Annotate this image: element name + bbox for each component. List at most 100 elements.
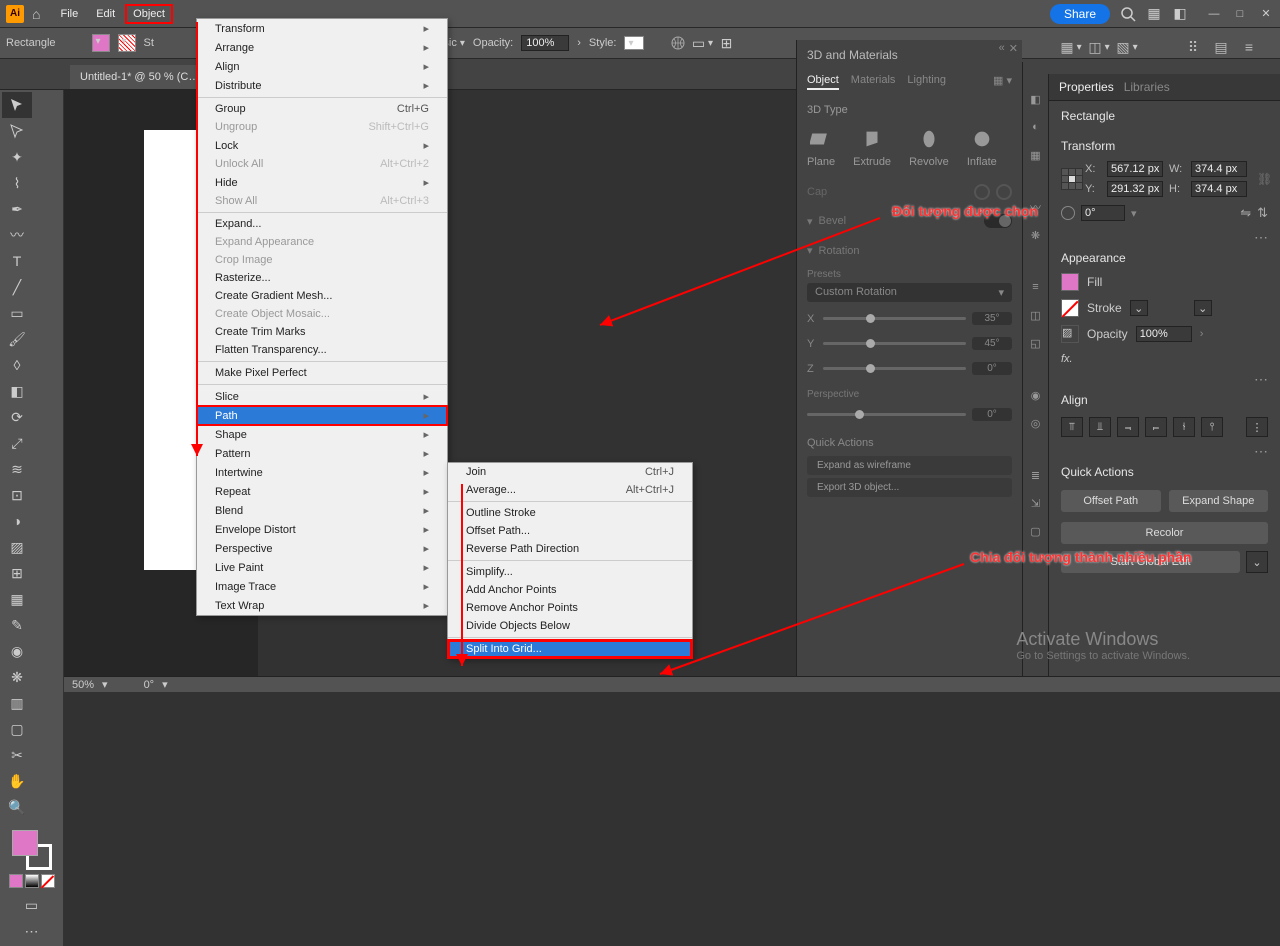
arrange-docs-icon[interactable]: ▦: [1146, 6, 1162, 22]
align-icon[interactable]: ▭: [694, 35, 710, 51]
transform-icon[interactable]: ⊞: [718, 35, 734, 51]
rot-z-value[interactable]: 0°: [972, 362, 1012, 375]
align-to[interactable]: ⋮: [1246, 417, 1268, 437]
gradient-mode-icon[interactable]: [25, 874, 39, 888]
submenu-item-offset-path-[interactable]: Offset Path...: [448, 522, 692, 540]
type-plane[interactable]: Plane: [807, 126, 835, 168]
shape-builder-tool[interactable]: ◑: [2, 508, 32, 534]
menu-item-blend[interactable]: Blend: [197, 501, 447, 520]
direct-selection-tool[interactable]: [2, 118, 32, 144]
opt-pathfinder-icon[interactable]: ◫: [1090, 38, 1108, 56]
h-input[interactable]: [1191, 181, 1247, 197]
w-input[interactable]: [1191, 161, 1247, 177]
shaper-tool[interactable]: ◊: [2, 352, 32, 378]
rot-y-value[interactable]: 45°: [972, 337, 1012, 350]
menu-item-transform[interactable]: Transform: [197, 19, 447, 38]
rail-gradient-icon[interactable]: ◫: [1027, 306, 1045, 324]
rail-swatches-icon[interactable]: ▦: [1027, 146, 1045, 164]
opt-shape-icon[interactable]: ▧: [1118, 38, 1136, 56]
rail-layers-icon[interactable]: ≣: [1027, 466, 1045, 484]
align-right[interactable]: ⫬: [1117, 417, 1139, 437]
symbol-sprayer-tool[interactable]: ❋: [2, 664, 32, 690]
qa-export3d-button[interactable]: Export 3D object...: [807, 478, 1012, 497]
fx-button[interactable]: fx.: [1049, 347, 1280, 371]
search-icon[interactable]: [1120, 6, 1136, 22]
opacity-input[interactable]: [521, 35, 569, 51]
fill-color[interactable]: [12, 830, 38, 856]
maximize-button[interactable]: □: [1230, 6, 1250, 22]
artboard-tool[interactable]: ▢: [2, 716, 32, 742]
eyedropper-tool[interactable]: ✎: [2, 612, 32, 638]
document-tab[interactable]: Untitled-1* @ 50 % (C…: [70, 65, 209, 89]
slice-tool[interactable]: ✂: [2, 742, 32, 768]
rot-x-value[interactable]: 35°: [972, 312, 1012, 325]
free-transform-tool[interactable]: ⊡: [2, 482, 32, 508]
perspective-slider[interactable]: [807, 413, 966, 416]
menu-item-expand-[interactable]: Expand...: [197, 215, 447, 233]
rot-z-slider[interactable]: [823, 367, 966, 370]
menu-item-text-wrap[interactable]: Text Wrap: [197, 596, 447, 615]
menu-item-envelope-distort[interactable]: Envelope Distort: [197, 520, 447, 539]
blend-tool[interactable]: ◉: [2, 638, 32, 664]
panel-collapse-icon[interactable]: «: [999, 42, 1005, 55]
zoom-level[interactable]: 50%: [72, 679, 94, 691]
submenu-item-add-anchor-points[interactable]: Add Anchor Points: [448, 581, 692, 599]
edit-toolbar[interactable]: ⋯: [2, 918, 61, 944]
render-icon[interactable]: ▦ ▾: [993, 74, 1012, 90]
pen-tool[interactable]: ✒: [2, 196, 32, 222]
type-inflate[interactable]: Inflate: [967, 126, 997, 168]
menu-item-shape[interactable]: Shape: [197, 425, 447, 444]
panel-close-icon[interactable]: ✕: [1009, 42, 1018, 55]
menu-item-arrange[interactable]: Arrange: [197, 38, 447, 57]
home-icon[interactable]: ⌂: [32, 6, 40, 22]
align-top[interactable]: ⫭: [1145, 417, 1167, 437]
stroke-weight-down[interactable]: ⌄: [1130, 300, 1148, 316]
menu-item-live-paint[interactable]: Live Paint: [197, 558, 447, 577]
recolor-button[interactable]: Recolor: [1061, 522, 1268, 544]
rotation-status[interactable]: 0°: [144, 679, 155, 691]
submenu-item-divide-objects-below[interactable]: Divide Objects Below: [448, 617, 692, 635]
rail-artboards-icon[interactable]: ▢: [1027, 522, 1045, 540]
rectangle-tool[interactable]: ▭: [2, 300, 32, 326]
offset-path-button[interactable]: Offset Path: [1061, 490, 1161, 512]
hand-tool[interactable]: ✋: [2, 768, 32, 794]
scale-tool[interactable]: ⤢: [2, 430, 32, 456]
qa-wireframe-button[interactable]: Expand as wireframe: [807, 456, 1012, 475]
none-mode-icon[interactable]: [41, 874, 55, 888]
menu-item-intertwine[interactable]: Intertwine: [197, 463, 447, 482]
menu-item-perspective[interactable]: Perspective: [197, 539, 447, 558]
type-tool[interactable]: T: [2, 248, 32, 274]
menu-item-lock[interactable]: Lock: [197, 136, 447, 155]
menu-item-align[interactable]: Align: [197, 57, 447, 76]
submenu-item-average-[interactable]: Average...Alt+Ctrl+J: [448, 481, 692, 499]
flip-v-icon[interactable]: ⇅: [1257, 205, 1268, 221]
fill-color-swatch[interactable]: [1061, 273, 1079, 291]
paintbrush-tool[interactable]: 🖌: [2, 326, 32, 352]
workspace-icon[interactable]: ◧: [1172, 6, 1188, 22]
perspective-tool[interactable]: ▨: [2, 534, 32, 560]
globe-icon[interactable]: [670, 35, 686, 51]
preset-dropdown[interactable]: Custom Rotation▾: [807, 283, 1012, 302]
rail-stroke-icon[interactable]: ≡: [1027, 278, 1045, 296]
magic-wand-tool[interactable]: ✦: [2, 144, 32, 170]
menu-item-pattern[interactable]: Pattern: [197, 444, 447, 463]
menu-item-create-gradient-mesh-[interactable]: Create Gradient Mesh...: [197, 287, 447, 305]
align-more-icon[interactable]: ⋯: [1254, 443, 1268, 460]
opt-snap-icon[interactable]: ▤: [1212, 38, 1230, 56]
menu-item-distribute[interactable]: Distribute: [197, 76, 447, 95]
selection-tool[interactable]: [2, 92, 32, 118]
stroke-profile[interactable]: ⌄: [1194, 300, 1212, 316]
rail-transparency-icon[interactable]: ◱: [1027, 334, 1045, 352]
submenu-item-reverse-path-direction[interactable]: Reverse Path Direction: [448, 540, 692, 558]
rotation-section[interactable]: Rotation: [797, 236, 1022, 265]
type-revolve[interactable]: Revolve: [909, 126, 949, 168]
sge-options[interactable]: ⌄: [1246, 551, 1268, 573]
tab-libraries[interactable]: Libraries: [1124, 80, 1170, 94]
menu-item-flatten-transparency-[interactable]: Flatten Transparency...: [197, 341, 447, 359]
menu-item-repeat[interactable]: Repeat: [197, 482, 447, 501]
eraser-tool[interactable]: ◧: [2, 378, 32, 404]
x-input[interactable]: [1107, 161, 1163, 177]
lasso-tool[interactable]: ⌇: [2, 170, 32, 196]
stroke-color-swatch[interactable]: [1061, 299, 1079, 317]
graph-tool[interactable]: ▥: [2, 690, 32, 716]
